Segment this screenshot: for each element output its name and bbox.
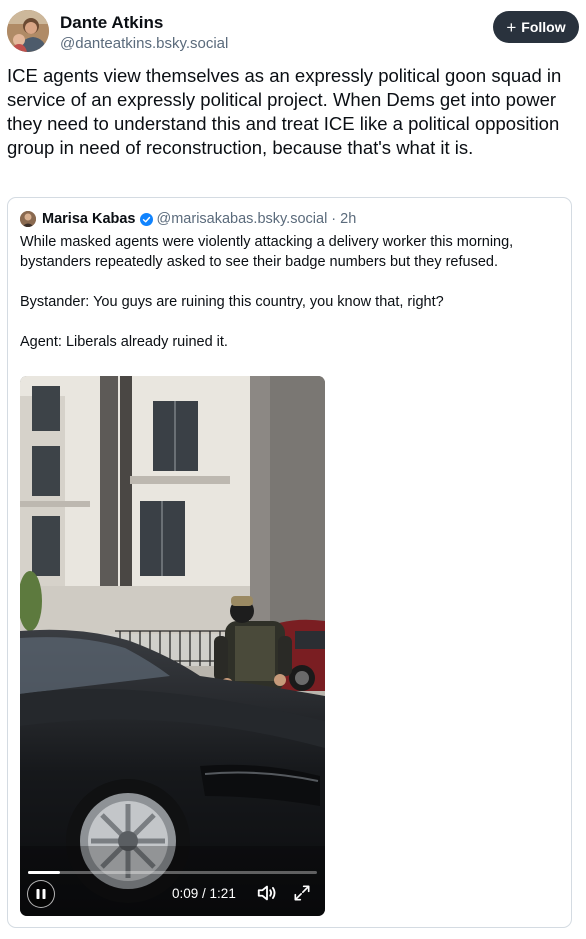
author-name[interactable]: Dante Atkins: [60, 13, 163, 33]
quote-paragraph: While masked agents were violently attac…: [20, 234, 514, 270]
video-time-display: 0:09 / 1:21: [172, 886, 236, 901]
quote-text: While masked agents were violently attac…: [20, 232, 560, 352]
follow-button[interactable]: + Follow: [493, 11, 579, 43]
quote-author-avatar[interactable]: [20, 211, 36, 227]
quote-post-card[interactable]: Marisa Kabas @marisakabas.bsky.social · …: [7, 197, 572, 928]
avatar-photo-icon: [20, 211, 36, 227]
video-progress-bar[interactable]: [28, 871, 317, 874]
separator-dot: ·: [331, 211, 337, 227]
post-text: ICE agents view themselves as an express…: [7, 65, 562, 158]
quote-author-name[interactable]: Marisa Kabas: [42, 211, 136, 227]
author-handle[interactable]: @danteatkins.bsky.social: [60, 35, 228, 52]
video-frame-image: [20, 376, 325, 916]
quote-header: Marisa Kabas @marisakabas.bsky.social · …: [20, 210, 356, 228]
fullscreen-icon[interactable]: [292, 883, 312, 903]
avatar-photo-icon: [7, 10, 49, 52]
quote-author-handle[interactable]: @marisakabas.bsky.social: [157, 211, 328, 227]
follow-button-label: Follow: [521, 19, 566, 35]
video-current-time: 0:09: [172, 886, 199, 901]
video-player[interactable]: 0:09 / 1:21: [20, 376, 325, 916]
plus-icon: +: [506, 17, 517, 37]
quote-paragraph: Agent: Liberals already ruined it.: [20, 334, 228, 350]
video-progress-fill: [28, 871, 61, 874]
quote-paragraph: Bystander: You guys are ruining this cou…: [20, 294, 444, 310]
pause-icon: [36, 889, 46, 899]
verified-badge-icon: [139, 212, 153, 226]
author-avatar[interactable]: [7, 10, 49, 52]
video-duration: 1:21: [209, 886, 236, 901]
video-time-separator: /: [198, 886, 210, 901]
quote-timestamp[interactable]: 2h: [340, 211, 356, 227]
volume-icon[interactable]: [256, 882, 278, 904]
post-header: Dante Atkins @danteatkins.bsky.social + …: [7, 10, 579, 54]
pause-button[interactable]: [27, 880, 55, 908]
